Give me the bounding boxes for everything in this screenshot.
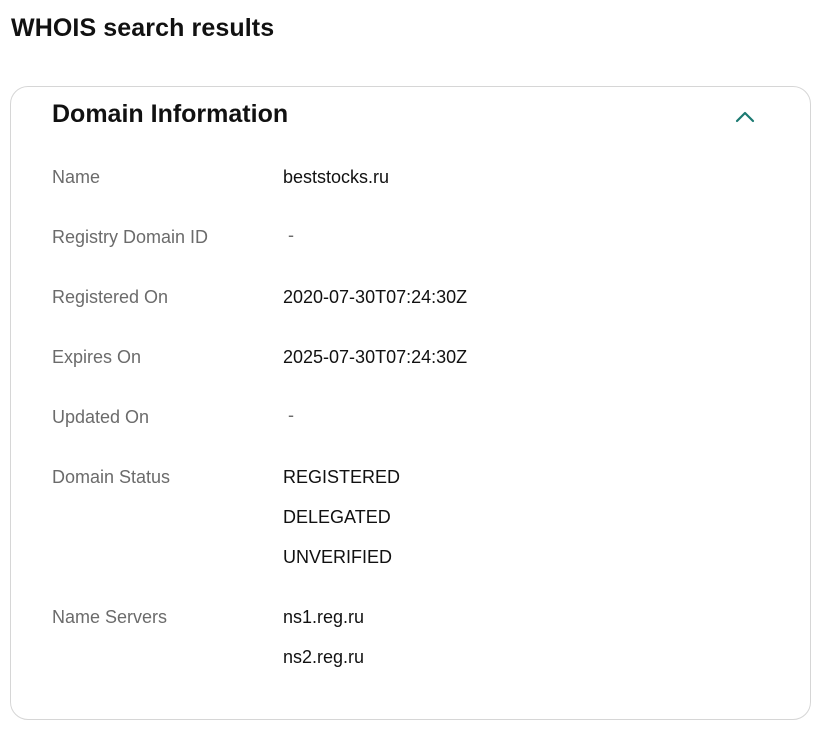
domain-information-panel: Domain Information Name beststocks.ru Re… [10,86,811,720]
page-title: WHOIS search results [11,14,275,42]
domain-information-title: Domain Information [52,100,289,128]
collapse-toggle-button[interactable] [731,103,759,131]
registry-domain-id-label: Registry Domain ID [52,227,209,247]
domain-status-value: UNVERIFIED [283,547,393,567]
name-server-value: ns1.reg.ru [283,607,365,627]
registered-on-label: Registered On [52,287,169,307]
expires-on-value: 2025-07-30T07:24:30Z [283,347,468,367]
name-value: beststocks.ru [283,167,390,187]
registered-on-value: 2020-07-30T07:24:30Z [283,287,468,307]
registry-domain-id-value: - [288,225,294,245]
updated-on-value: - [288,405,294,425]
chevron-up-icon [735,111,755,123]
expires-on-label: Expires On [52,347,142,367]
domain-status-label: Domain Status [52,467,171,487]
name-server-value: ns2.reg.ru [283,647,365,667]
updated-on-label: Updated On [52,407,150,427]
domain-status-value: REGISTERED [283,467,401,487]
name-servers-label: Name Servers [52,607,168,627]
domain-status-value: DELEGATED [283,507,391,527]
name-label: Name [52,167,101,187]
